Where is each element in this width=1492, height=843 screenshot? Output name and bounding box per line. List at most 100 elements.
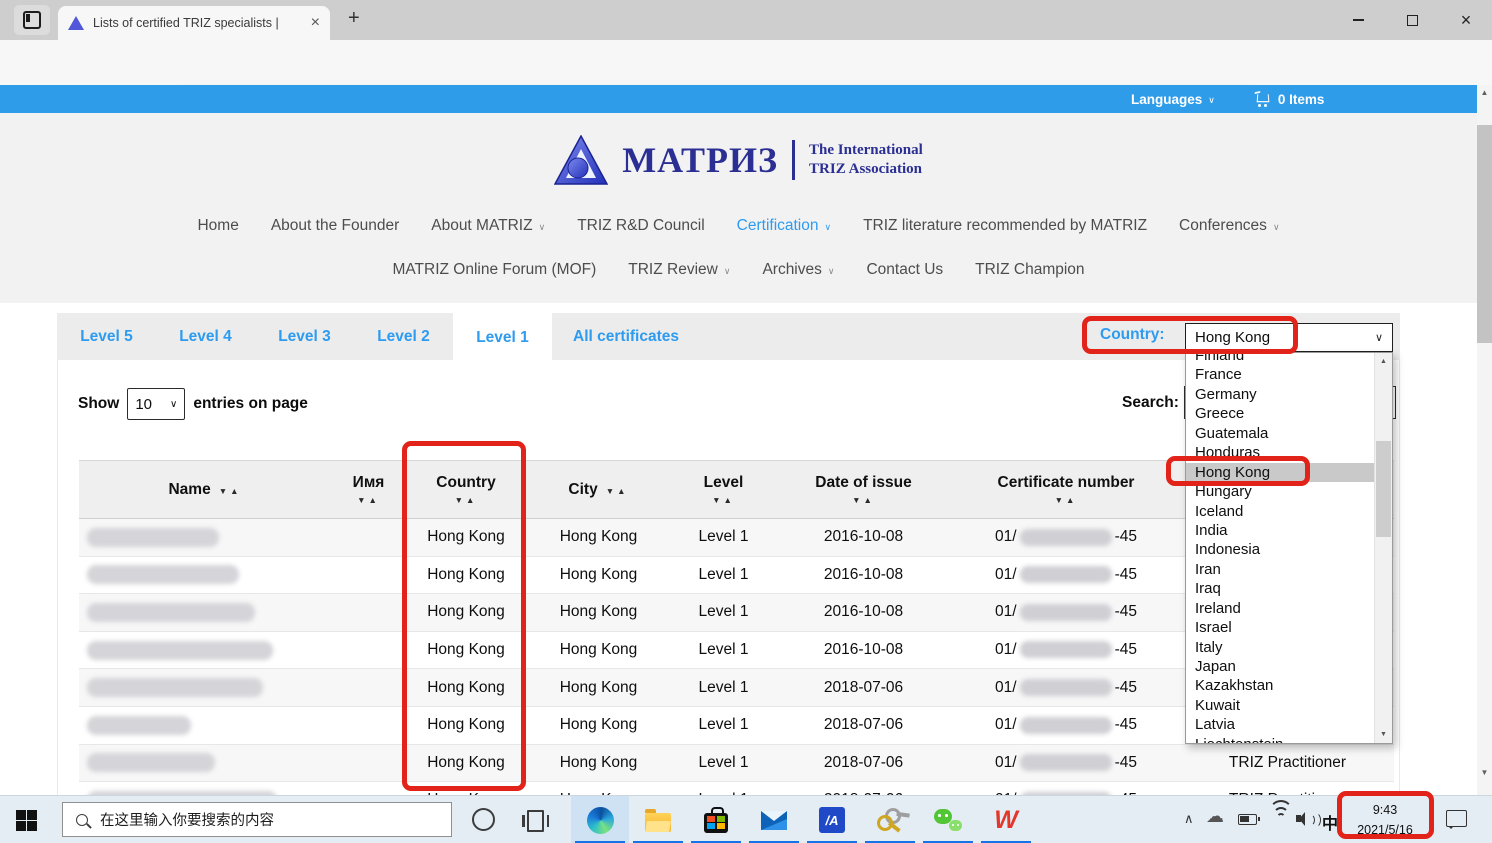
country-option[interactable]: Japan (1186, 657, 1375, 676)
dropdown-scroll-up-icon[interactable]: ▲ (1375, 353, 1392, 370)
nav-certification[interactable]: Certification∨ (737, 217, 831, 235)
window-restore-button[interactable] (1389, 0, 1435, 40)
country-option[interactable]: Greece (1186, 404, 1375, 423)
nav-matriz-online-forum[interactable]: MATRIZ Online Forum (MOF) (392, 261, 596, 279)
sort-icons[interactable]: ▼▲ (219, 486, 242, 496)
tab-level-4[interactable]: Level 4 (156, 313, 255, 360)
taskbar-wps-button[interactable]: W (977, 796, 1035, 843)
country-option[interactable]: Kazakhstan (1186, 676, 1375, 695)
table-row: Hong Kong Hong Kong Level 1 2018-07-06 0… (79, 782, 1394, 795)
nav-about-founder[interactable]: About the Founder (271, 217, 399, 235)
nav-archives[interactable]: Archives∨ (762, 261, 834, 279)
country-option[interactable]: France (1186, 365, 1375, 384)
nav-triz-review[interactable]: TRIZ Review∨ (628, 261, 730, 279)
header-name[interactable]: Name▼▲ (79, 461, 331, 519)
table-row: Hong Kong Hong Kong Level 1 2018-07-06 0… (79, 744, 1394, 782)
taskbar-file-explorer-button[interactable] (629, 796, 687, 843)
dropdown-scroll-down-icon[interactable]: ▼ (1375, 726, 1392, 743)
country-option[interactable]: Iran (1186, 560, 1375, 579)
wifi-icon[interactable] (1270, 809, 1292, 824)
cortana-button[interactable] (472, 808, 495, 831)
header-certificate-number[interactable]: Certificate number▼▲ (951, 461, 1181, 519)
taskbar-mail-button[interactable] (745, 796, 803, 843)
country-option[interactable]: Israel (1186, 618, 1375, 637)
country-option[interactable]: Honduras (1186, 443, 1375, 462)
page-scrollbar[interactable]: ▲ ▼ (1477, 85, 1492, 795)
header-level[interactable]: Level▼▲ (671, 461, 776, 519)
languages-menu[interactable]: Languages ∨ (1131, 92, 1215, 107)
tab-level-2[interactable]: Level 2 (354, 313, 453, 360)
country-option[interactable]: India (1186, 521, 1375, 540)
sort-icons[interactable]: ▼▲ (671, 495, 776, 505)
start-button[interactable] (16, 810, 37, 831)
country-option[interactable]: Ireland (1186, 599, 1375, 618)
tab-level-3[interactable]: Level 3 (255, 313, 354, 360)
sort-icons[interactable]: ▼▲ (331, 495, 406, 505)
scrollbar-down-icon[interactable]: ▼ (1477, 765, 1492, 780)
volume-icon[interactable] (1296, 812, 1318, 826)
action-center-icon[interactable] (1446, 810, 1467, 827)
country-dropdown-list: Finland France Germany Greece Guatemala … (1185, 352, 1393, 744)
sort-icons[interactable]: ▼▲ (776, 495, 951, 505)
microsoft-store-icon (704, 813, 728, 833)
window-minimize-button[interactable] (1335, 0, 1381, 40)
header-date-of-issue[interactable]: Date of issue▼▲ (776, 461, 951, 519)
dropdown-scrollbar[interactable]: ▲ ▼ (1374, 353, 1392, 743)
tab-level-5[interactable]: Level 5 (57, 313, 156, 360)
ime-indicator[interactable]: 中 (1322, 810, 1338, 834)
header-city[interactable]: City▼▲ (526, 461, 671, 519)
scrollbar-up-icon[interactable]: ▲ (1477, 85, 1492, 100)
nav-triz-rd-council[interactable]: TRIZ R&D Council (577, 217, 704, 235)
country-select[interactable]: Hong Kong ∨ (1185, 323, 1393, 352)
cell-level: Level 1 (671, 519, 776, 557)
country-option[interactable]: Finland (1186, 352, 1375, 365)
taskbar-clock[interactable]: 9:43 2021/5/16 (1342, 800, 1428, 840)
new-tab-button[interactable]: + (348, 7, 360, 30)
country-option[interactable]: Italy (1186, 638, 1375, 657)
tab-level-1[interactable]: Level 1 (453, 313, 552, 366)
header-name-ru[interactable]: Имя▼▲ (331, 461, 406, 519)
taskbar-ia-app-button[interactable]: /A (803, 796, 861, 843)
nav-contact-us[interactable]: Contact Us (866, 261, 943, 279)
scrollbar-thumb[interactable] (1477, 125, 1492, 343)
sort-icons[interactable]: ▼▲ (606, 486, 629, 496)
tray-overflow-chevron-icon[interactable]: ∧ (1184, 811, 1194, 827)
nav-conferences[interactable]: Conferences∨ (1179, 217, 1279, 235)
taskbar-store-button[interactable] (687, 796, 745, 843)
taskbar-wechat-button[interactable] (919, 796, 977, 843)
country-option[interactable]: Iraq (1186, 579, 1375, 598)
nav-triz-champion[interactable]: TRIZ Champion (975, 261, 1084, 279)
window-close-button[interactable]: × (1443, 0, 1489, 40)
dropdown-scrollbar-thumb[interactable] (1376, 441, 1391, 537)
nav-about-matriz[interactable]: About MATRIZ∨ (431, 217, 545, 235)
taskbar-search-box[interactable]: 在这里输入你要搜索的内容 (62, 802, 452, 837)
nav-triz-literature[interactable]: TRIZ literature recommended by MATRIZ (863, 217, 1147, 235)
country-option[interactable]: Guatemala (1186, 424, 1375, 443)
country-option-selected[interactable]: Hong Kong (1186, 463, 1375, 482)
country-option[interactable]: Latvia (1186, 715, 1375, 734)
header-country[interactable]: Country▼▲ (406, 461, 526, 519)
vertical-tabs-button[interactable] (14, 5, 50, 35)
country-option[interactable]: Germany (1186, 385, 1375, 404)
sort-icons[interactable]: ▼▲ (951, 495, 1181, 505)
country-option[interactable]: Hungary (1186, 482, 1375, 501)
tab-all-certificates[interactable]: All certificates (552, 313, 700, 360)
tab-close-icon[interactable]: × (311, 15, 320, 31)
country-option[interactable]: Iceland (1186, 502, 1375, 521)
cart-items-label[interactable]: 0 Items (1278, 92, 1325, 107)
onedrive-cloud-icon[interactable]: ☁ (1206, 806, 1224, 827)
page-size-select[interactable]: 10 ∨ (127, 388, 185, 420)
task-view-button[interactable] (527, 810, 544, 832)
cart-icon[interactable] (1255, 92, 1271, 106)
site-logo[interactable]: МАТРИЗ The International TRIZ Associatio… (0, 135, 1477, 185)
country-option[interactable]: Kuwait (1186, 696, 1375, 715)
country-option[interactable]: Indonesia (1186, 540, 1375, 559)
taskbar-keys-app-button[interactable] (861, 796, 919, 843)
country-option[interactable]: Liechtenstein (1186, 735, 1375, 744)
taskbar-edge-button[interactable] (571, 796, 629, 843)
cell-country: Hong Kong (406, 782, 526, 795)
sort-icons[interactable]: ▼▲ (406, 495, 526, 505)
nav-home[interactable]: Home (197, 217, 238, 235)
browser-tab[interactable]: Lists of certified TRIZ specialists | × (58, 6, 330, 40)
battery-icon[interactable] (1238, 814, 1257, 825)
